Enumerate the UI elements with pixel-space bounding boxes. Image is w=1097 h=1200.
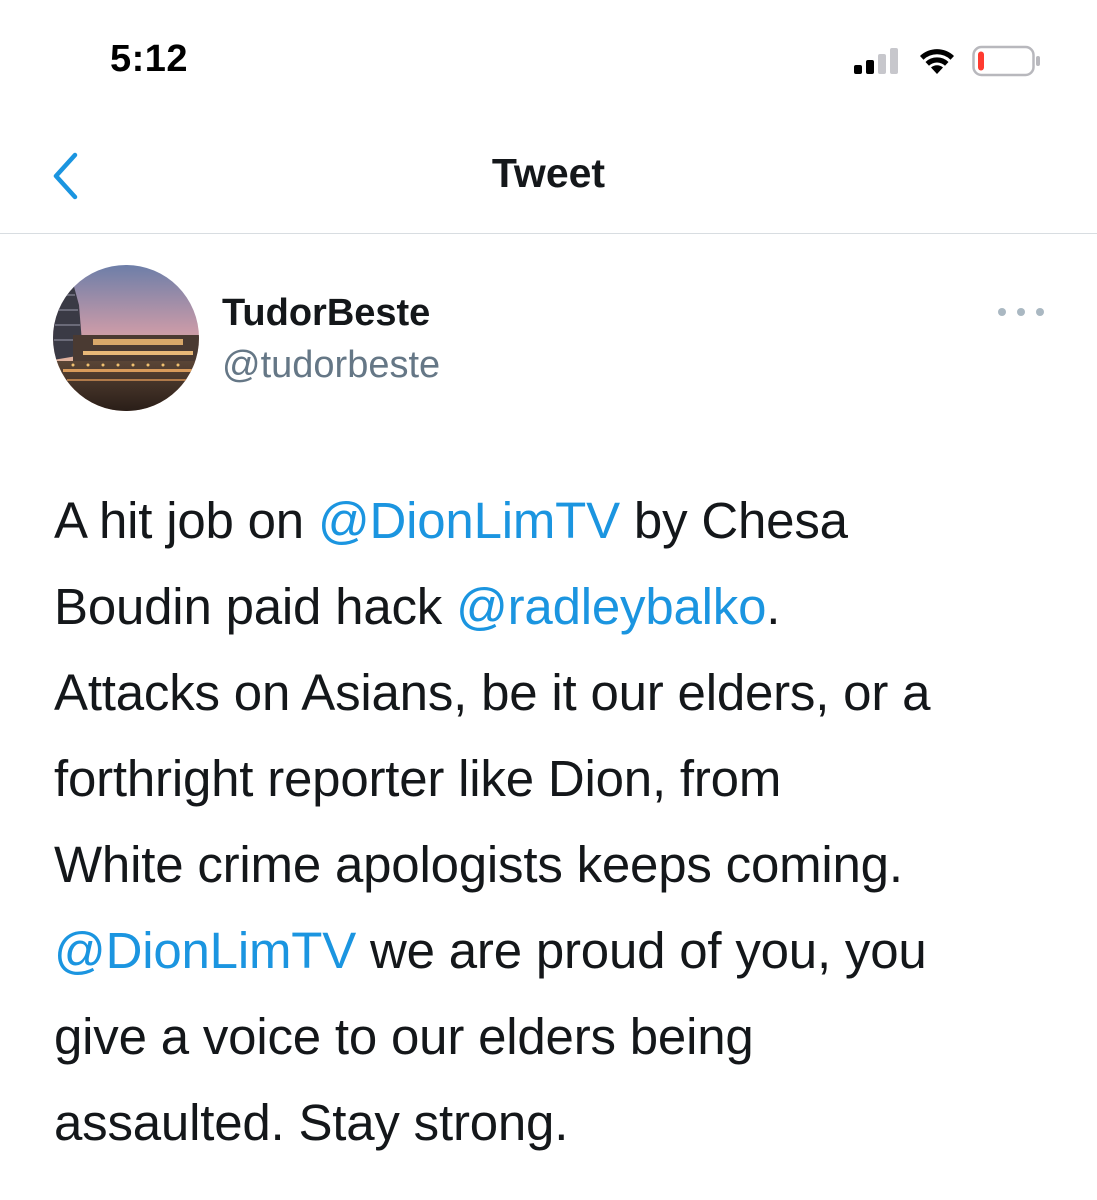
avatar-image <box>53 265 199 411</box>
battery-icon <box>972 45 1040 77</box>
tweet-text-line: Boudin paid hack @radleybalko. <box>54 578 781 635</box>
mention-link[interactable]: @DionLimTV <box>318 492 620 549</box>
display-name[interactable]: TudorBeste <box>222 292 430 335</box>
tweet-text-line: White crime apologists keeps coming. <box>54 836 903 893</box>
tweet-text-line: A hit job on @DionLimTV by Chesa <box>54 492 848 549</box>
tweet-text-line: forthright reporter like Dion, from <box>54 750 782 807</box>
tweet-text-line: assaulted. Stay strong. <box>54 1094 569 1151</box>
more-options-button[interactable] <box>998 300 1044 324</box>
more-horizontal-icon <box>998 308 1006 316</box>
tweet-text: A hit job on @DionLimTV by Chesa Boudin … <box>54 478 1064 1166</box>
mention-link[interactable]: @DionLimTV <box>54 922 356 979</box>
signal-icon <box>854 48 898 74</box>
status-bar: 5:12 <box>0 0 1097 110</box>
status-time: 5:12 <box>110 38 189 80</box>
mention-link[interactable]: @radleybalko <box>456 578 766 635</box>
tweet-text-line: Attacks on Asians, be it our elders, or … <box>54 664 931 721</box>
user-handle[interactable]: @tudorbeste <box>222 344 440 387</box>
page-title: Tweet <box>491 150 606 196</box>
wifi-icon <box>920 49 954 74</box>
tweet-text-line: @DionLimTV we are proud of you, you <box>54 922 927 979</box>
avatar[interactable] <box>53 265 199 411</box>
nav-bar: Tweet <box>0 110 1097 234</box>
tweet-text-line: give a voice to our elders being <box>54 1008 754 1065</box>
status-icons <box>854 44 1042 78</box>
